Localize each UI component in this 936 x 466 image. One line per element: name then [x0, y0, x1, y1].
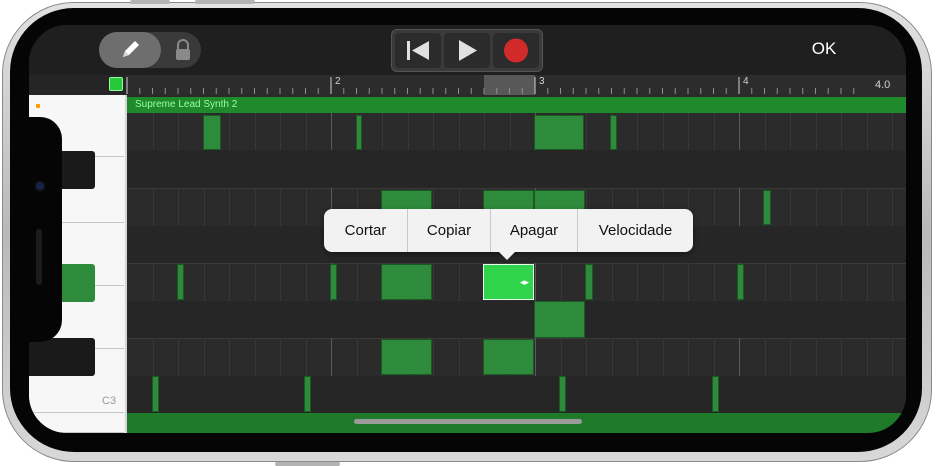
ruler-ticks — [126, 77, 855, 94]
indicator-dot — [36, 104, 40, 108]
pencil-icon — [123, 41, 139, 57]
piano-black-key[interactable] — [29, 338, 95, 376]
display-notch — [29, 117, 62, 342]
midi-note[interactable] — [177, 264, 184, 300]
midi-note[interactable] — [610, 115, 617, 150]
pencil-button[interactable] — [99, 32, 161, 68]
play-icon — [459, 40, 477, 61]
midi-note[interactable] — [737, 264, 744, 300]
ruler-end-value: 4.0 — [875, 79, 891, 91]
ok-button[interactable]: OK — [799, 39, 849, 63]
midi-note[interactable] — [356, 115, 362, 150]
menu-item-cut[interactable]: Cortar — [324, 209, 407, 252]
note-edit-menu: Cortar Copiar Apagar Velocidade — [324, 209, 693, 260]
volume-down-button — [195, 0, 255, 4]
timeline-ruler[interactable]: 2 3 4 4.0 — [29, 75, 906, 95]
midi-note-selected[interactable]: ◂▸ — [483, 264, 534, 300]
piano-key[interactable] — [29, 413, 124, 433]
control-bar: OK — [29, 25, 906, 75]
resize-handle-icon[interactable]: ◂▸ — [520, 277, 529, 288]
midi-note[interactable] — [203, 115, 221, 150]
home-indicator[interactable] — [354, 419, 582, 424]
transport-controls — [391, 29, 543, 72]
midi-note[interactable] — [304, 376, 311, 412]
region-name-bar[interactable]: Supreme Lead Synth 2 — [127, 97, 906, 113]
record-icon — [504, 38, 528, 63]
midi-note[interactable] — [534, 115, 584, 150]
skip-to-start-icon — [407, 41, 429, 60]
menu-item-copy[interactable]: Copiar — [408, 209, 490, 252]
go-to-beginning-button[interactable] — [395, 33, 441, 68]
midi-note[interactable] — [152, 376, 159, 412]
volume-up-button — [130, 0, 170, 4]
midi-note[interactable] — [763, 190, 771, 225]
grid-lane — [127, 301, 906, 338]
app-screen: OK 2 3 4 4.0 C3 Supreme Lead Synth 2 ◂▸ … — [29, 25, 906, 433]
menu-item-velocity[interactable]: Velocidade — [578, 209, 693, 252]
play-button[interactable] — [444, 33, 490, 68]
midi-note[interactable] — [330, 264, 337, 300]
menu-pointer-arrow — [499, 252, 515, 260]
ruler-bar-4: 4 — [743, 76, 749, 87]
ruler-bar-3: 3 — [539, 76, 545, 87]
edit-lock-group — [99, 32, 201, 68]
midi-note[interactable] — [381, 264, 432, 300]
midi-note[interactable] — [585, 264, 593, 300]
grid-lane — [127, 376, 906, 413]
menu-item-delete[interactable]: Apagar — [491, 209, 577, 252]
midi-note[interactable] — [483, 339, 534, 375]
c3-label: C3 — [102, 395, 117, 407]
record-button[interactable] — [493, 33, 539, 68]
earpiece-speaker — [36, 229, 42, 285]
lock-icon — [176, 39, 190, 60]
midi-note[interactable] — [559, 376, 566, 412]
grid-lane — [127, 150, 906, 188]
midi-note[interactable] — [381, 339, 432, 375]
lock-button[interactable] — [169, 32, 197, 68]
ruler-bar-2: 2 — [335, 76, 341, 87]
midi-note[interactable] — [534, 301, 585, 338]
playhead-handle[interactable] — [109, 77, 123, 91]
midi-note[interactable] — [712, 376, 719, 412]
front-camera-icon — [34, 180, 46, 192]
power-button — [275, 462, 340, 466]
piano-roll-grid[interactable]: ◂▸ — [127, 113, 906, 413]
